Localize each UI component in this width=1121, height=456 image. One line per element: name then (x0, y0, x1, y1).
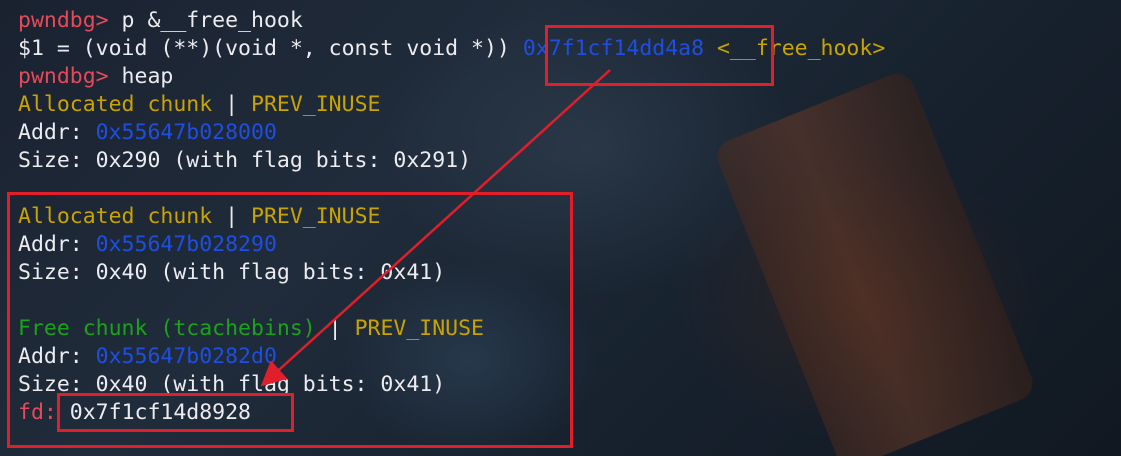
annotation-arrow-layer (260, 69, 611, 387)
pointer-arrow (260, 69, 611, 387)
